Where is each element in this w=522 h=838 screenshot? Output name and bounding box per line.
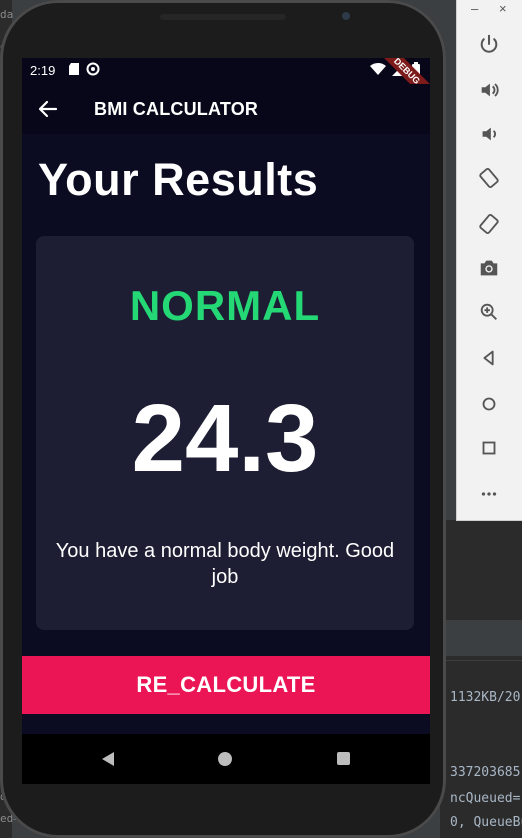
result-card: NORMAL 24.3 You have a normal body weigh… [36, 236, 414, 630]
minimize-button[interactable]: – [471, 1, 478, 16]
app-bar: BMI CALCULATOR [22, 84, 430, 134]
close-button[interactable]: × [499, 1, 507, 16]
recalculate-button[interactable]: RE_CALCULATE [22, 656, 430, 714]
ide-fragment: da [0, 8, 14, 21]
android-nav-bar [22, 734, 430, 784]
nav-back-icon[interactable] [100, 751, 116, 767]
volume-down-icon[interactable] [475, 120, 503, 148]
volume-up-icon[interactable] [475, 76, 503, 104]
overview-icon[interactable] [475, 434, 503, 462]
emulator-toolbar: – × [456, 0, 522, 521]
camera-icon[interactable] [475, 254, 503, 282]
back-icon[interactable] [475, 344, 503, 372]
ide-panel-header [440, 620, 522, 656]
ide-console-panel: 1132KB/20 337203685 ncQueued= 0, QueueBu… [440, 520, 522, 838]
phone-camera [342, 12, 350, 20]
sync-icon [86, 62, 100, 76]
power-icon[interactable] [475, 30, 503, 58]
sd-card-icon [69, 63, 79, 75]
app-title: BMI CALCULATOR [94, 99, 259, 119]
rotate-right-icon[interactable] [475, 210, 503, 238]
wifi-icon [370, 62, 386, 75]
ide-log-line: 337203685 [450, 765, 521, 780]
ide-divider [440, 660, 522, 661]
rotate-left-icon[interactable] [475, 164, 503, 192]
result-status: NORMAL [129, 282, 321, 329]
phone-speaker [160, 14, 286, 20]
bmi-value: 24.3 [131, 385, 319, 492]
emulator-window-controls: – × [457, 0, 522, 18]
nav-home-icon[interactable] [218, 752, 232, 766]
ide-log-line: 1132KB/20 [450, 690, 521, 705]
nav-recent-icon[interactable] [337, 752, 350, 765]
ide-log-line: ncQueued= [450, 791, 521, 806]
app-screen: 2:19 DEBUG BMI CALCULATOR Your Results N… [22, 58, 430, 734]
status-bar: 2:19 DEBUG [22, 58, 430, 108]
page-title: Your Results [38, 154, 319, 205]
status-time: 2:19 [30, 63, 56, 78]
more-icon[interactable] [475, 480, 503, 508]
zoom-icon[interactable] [475, 298, 503, 326]
result-message: You have a normal body weight. Good job [55, 540, 395, 588]
status-notification-icons [68, 62, 100, 76]
ide-log-line: 0, QueueBuf [450, 815, 522, 830]
back-arrow-icon[interactable] [36, 97, 60, 121]
home-icon[interactable] [475, 390, 503, 418]
phone-frame: 2:19 DEBUG BMI CALCULATOR Your Results N… [0, 0, 446, 838]
